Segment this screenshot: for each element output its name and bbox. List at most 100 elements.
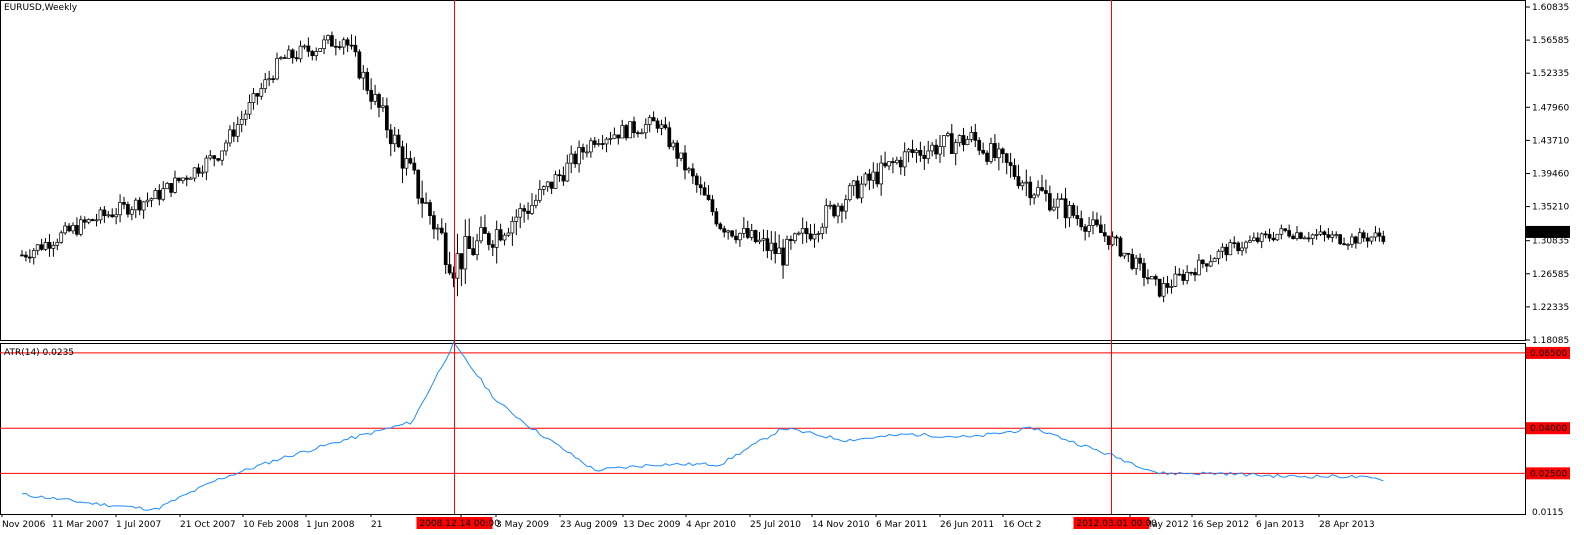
candle-body	[1287, 230, 1292, 237]
time-axis-label: 13 Dec 2009	[623, 520, 681, 530]
candle-body	[761, 238, 766, 241]
candle-body	[702, 187, 707, 196]
candle-body	[498, 229, 503, 241]
time-axis-label: 1 Jun 2008	[306, 520, 355, 530]
candle-body	[286, 49, 291, 59]
candle-body	[1369, 236, 1374, 242]
candle-body	[1263, 233, 1268, 236]
candle-body	[388, 129, 393, 145]
candle-body	[1232, 242, 1237, 245]
candle-body	[1091, 219, 1095, 226]
candle-body	[188, 177, 193, 180]
price-axis-label: 1.39460	[1532, 170, 1569, 180]
candle-body	[1346, 243, 1350, 246]
candle-body	[977, 139, 982, 151]
candle-body	[871, 171, 876, 181]
candle-body	[985, 152, 989, 162]
candle-body	[1044, 190, 1048, 194]
time-axis-label: 10 Feb 2008	[243, 520, 299, 530]
price-axis-label: 1.47960	[1532, 103, 1569, 113]
candle-body	[483, 227, 487, 234]
candle-body	[1244, 241, 1248, 249]
candle-body	[1102, 232, 1107, 237]
candle-body	[479, 227, 483, 242]
price-axis-label: 1.56585	[1532, 36, 1569, 46]
chart-canvas: 1.60835 1.56585 1.52335 1.47960 1.43710 1.394…	[0, 0, 1570, 530]
candle-body	[600, 143, 605, 145]
candle-body	[969, 131, 974, 140]
candle-body	[1224, 246, 1229, 256]
candle-body	[804, 228, 809, 235]
candle-body	[306, 45, 311, 52]
candle-body	[180, 177, 185, 181]
candle-body	[475, 240, 479, 256]
price-axis-label: 1.30835	[1532, 237, 1569, 247]
candle-body	[1189, 271, 1193, 274]
candle-body	[247, 102, 252, 115]
price-chart-title: EURUSD,Weekly	[4, 3, 78, 13]
candle-body	[1220, 246, 1225, 252]
candle-body	[1216, 250, 1221, 259]
candle-body	[800, 228, 805, 234]
candle-body	[302, 45, 307, 48]
candle-body	[1122, 252, 1127, 257]
candle-body	[663, 124, 668, 129]
candle-body	[655, 120, 660, 129]
time-axis-label: 6 Mar 2011	[876, 520, 927, 530]
candle-body	[1267, 234, 1272, 239]
candle-body	[545, 181, 550, 188]
candle-body	[718, 223, 723, 229]
candle-body	[883, 162, 887, 167]
candle-body	[1153, 276, 1158, 280]
candle-body	[153, 190, 158, 199]
time-axis-label: Nov 2006	[2, 520, 46, 530]
candle-body	[1055, 198, 1060, 208]
candle-body	[891, 161, 895, 164]
candle-body	[459, 253, 464, 270]
candle-body	[769, 242, 774, 251]
candle-body	[404, 158, 409, 169]
candle-body	[420, 197, 425, 204]
candle-body	[588, 140, 593, 153]
candle-body	[534, 199, 538, 206]
candle-body	[353, 44, 358, 53]
candle-body	[1114, 236, 1119, 239]
candle-body	[157, 190, 162, 200]
price-axis-label: 1.52335	[1532, 69, 1569, 79]
candle-body	[349, 44, 354, 47]
candle-body	[1342, 243, 1346, 246]
candle-body	[565, 162, 570, 182]
candle-body	[690, 168, 695, 177]
level-label: 0.02500	[1530, 469, 1567, 479]
candle-body	[1240, 247, 1244, 252]
candle-body	[671, 142, 676, 148]
candle-body	[820, 226, 825, 234]
level-label: 0.04000	[1530, 424, 1567, 434]
candle-body	[1306, 237, 1311, 240]
atr-series-line	[21, 341, 1384, 511]
candle-body	[628, 121, 632, 139]
candle-body	[377, 94, 381, 108]
candle-body	[177, 177, 181, 181]
candle-body	[361, 71, 366, 79]
candle-body	[330, 35, 334, 47]
candle-body	[31, 250, 36, 259]
candle-body	[63, 225, 68, 234]
candle-body	[596, 143, 601, 145]
candle-body	[996, 148, 1001, 159]
candle-body	[506, 232, 511, 236]
candle-body	[1146, 277, 1150, 280]
candle-body	[816, 233, 821, 235]
candle-body	[773, 242, 778, 254]
candle-body	[730, 230, 734, 237]
candle-body	[683, 152, 687, 171]
candle-body	[561, 175, 566, 182]
candle-body	[879, 162, 884, 185]
candle-body	[918, 149, 923, 156]
candle-body	[789, 239, 793, 242]
candle-body	[616, 134, 621, 139]
candle-body	[1208, 261, 1213, 267]
candle-body	[447, 264, 452, 274]
candle-body	[86, 219, 91, 223]
candle-body	[98, 209, 103, 221]
